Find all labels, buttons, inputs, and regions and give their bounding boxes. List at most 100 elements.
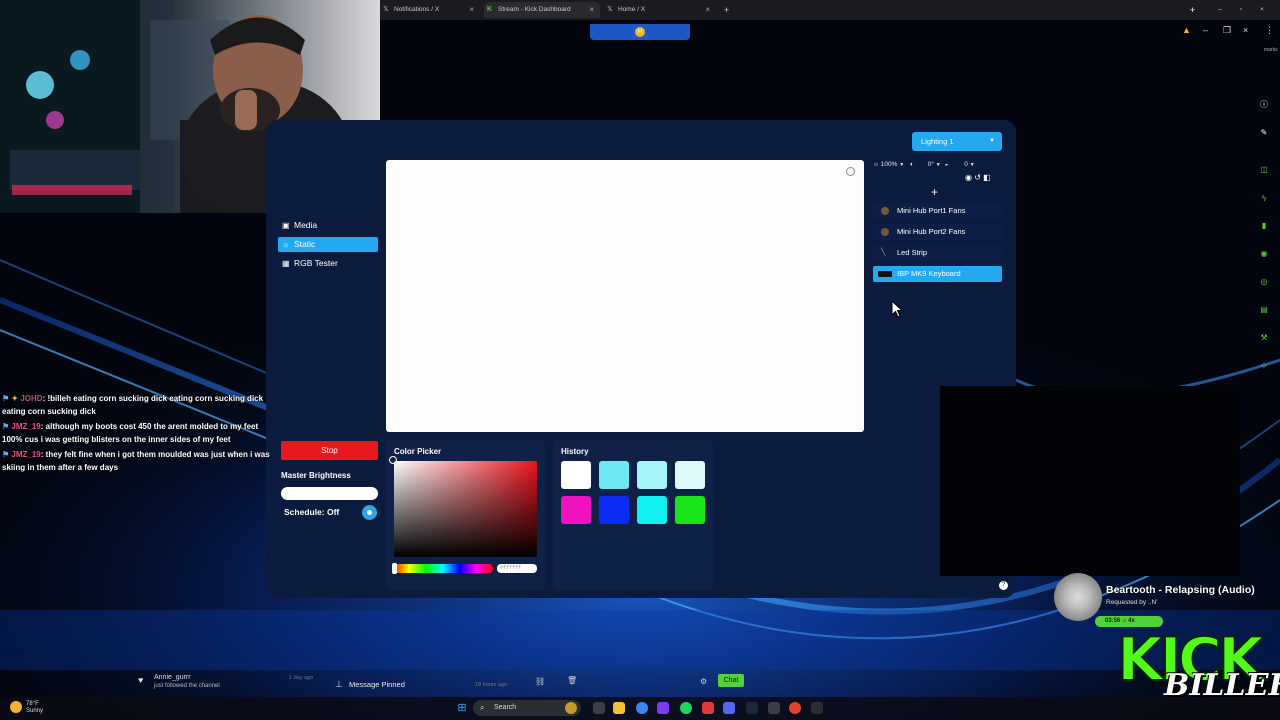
- device-keyboard[interactable]: IBP MK9 Keyboard: [873, 266, 1002, 282]
- top-dock-tab[interactable]: H: [590, 24, 690, 40]
- chrome-icon[interactable]: [636, 702, 648, 714]
- tab-notifications[interactable]: 𝕏 Notifications / X ×: [380, 2, 480, 18]
- spotify-icon[interactable]: [680, 702, 692, 714]
- device-led-strip[interactable]: ╲ Led Strip: [873, 245, 1002, 261]
- copilot-icon[interactable]: [565, 702, 577, 714]
- chat-username[interactable]: JOHD: [20, 394, 42, 403]
- led-strip-icon: ╲: [881, 249, 886, 256]
- new-tab-button[interactable]: +: [720, 2, 736, 18]
- obs-icon[interactable]: [789, 702, 801, 714]
- chat-button[interactable]: Chat: [718, 674, 744, 687]
- maximize-button[interactable]: ▫: [1238, 2, 1252, 18]
- chat-username[interactable]: JMZ_19: [11, 422, 40, 431]
- stop-button[interactable]: Stop: [281, 441, 378, 460]
- app-icon[interactable]: [702, 702, 714, 714]
- lighting-select[interactable]: Lighting 1 ▼: [912, 132, 1002, 151]
- pinned-time: 18 hours ago: [475, 682, 508, 688]
- app-icon[interactable]: [657, 702, 669, 714]
- close-tab-icon[interactable]: ×: [589, 2, 594, 18]
- history-swatch[interactable]: [599, 461, 629, 489]
- chat-bubble-icon[interactable]: ◉: [1258, 248, 1270, 260]
- color-picker-field[interactable]: [394, 461, 537, 557]
- chevron-down-icon: ▼: [969, 162, 975, 168]
- broadcast-icon[interactable]: ◎: [1258, 276, 1270, 288]
- chat-message: ⚑ JMZ_19: they felt fine when i got them…: [2, 450, 270, 472]
- chat-message: ⚑ JMZ_19: although my boots cost 450 the…: [2, 422, 259, 444]
- close-icon[interactable]: ×: [1243, 25, 1248, 35]
- new-window-button[interactable]: +: [1188, 2, 1202, 18]
- history-swatch[interactable]: [561, 496, 591, 524]
- help-icon[interactable]: ?: [999, 581, 1008, 590]
- add-device-button[interactable]: +: [931, 185, 938, 199]
- browser-tab-bar: 𝕏 Notifications / X × K Stream - Kick Da…: [380, 0, 1280, 20]
- warning-icon[interactable]: ▲: [1182, 25, 1191, 35]
- wrench-icon[interactable]: ⚒: [1258, 332, 1270, 344]
- close-window-button[interactable]: ×: [1258, 2, 1272, 18]
- schedule-toggle[interactable]: [362, 505, 377, 520]
- trash-icon[interactable]: 🗑: [567, 676, 577, 685]
- history-swatch[interactable]: [637, 496, 667, 524]
- info-icon[interactable]: ⓘ: [1258, 99, 1270, 111]
- tab-kick-dashboard[interactable]: K Stream - Kick Dashboard ×: [484, 2, 600, 18]
- grid-icon: ▦: [282, 259, 290, 268]
- chevron-down-icon: ▼: [989, 138, 995, 144]
- offset-select[interactable]: 0: [964, 161, 968, 168]
- file-explorer-icon[interactable]: [613, 702, 625, 714]
- minimize-icon[interactable]: –: [1203, 25, 1208, 35]
- more-menu-icon[interactable]: ⋮: [1265, 25, 1274, 36]
- trash-icon[interactable]: ▮: [1258, 220, 1270, 232]
- fan-icon: [881, 228, 889, 236]
- minimize-button[interactable]: –: [1216, 2, 1230, 18]
- link-icon[interactable]: ⛓: [535, 677, 545, 686]
- tool-icon[interactable]: ◫: [1258, 164, 1270, 176]
- rotation-select[interactable]: 0°: [928, 161, 934, 168]
- badge-icon: ⚑: [2, 422, 10, 431]
- hue-slider-handle[interactable]: [392, 563, 397, 574]
- windows-start-icon[interactable]: ⊞: [456, 702, 468, 714]
- transform-controls: ☼ 100% ▼ ◐ 0° ▼ ◒ 0 ▼: [873, 159, 975, 171]
- color-picker-handle[interactable]: [389, 456, 397, 464]
- task-view-icon[interactable]: [593, 702, 605, 714]
- history-swatch[interactable]: [675, 496, 705, 524]
- fan-icon: [881, 207, 889, 215]
- pencil-icon[interactable]: ✎: [1258, 127, 1270, 139]
- zoom-select[interactable]: 100%: [881, 161, 898, 168]
- x-logo-icon: 𝕏: [383, 6, 389, 13]
- sidebar-item-media[interactable]: ▣ Media: [278, 218, 378, 233]
- device-mini-hub-port1[interactable]: Mini Hub Port1 Fans: [873, 203, 1002, 219]
- steam-icon[interactable]: [746, 702, 758, 714]
- weather-widget[interactable]: 78°F Sunny: [26, 701, 43, 715]
- hue-slider[interactable]: [392, 564, 493, 573]
- bolt-icon[interactable]: ϟ: [1258, 193, 1270, 205]
- fingerprint-icon[interactable]: [846, 167, 855, 176]
- sidebar-item-rgb-tester[interactable]: ▦ RGB Tester: [278, 256, 378, 271]
- master-brightness-slider[interactable]: [281, 487, 378, 500]
- undo-icon[interactable]: ↺: [974, 173, 981, 182]
- eye-icon[interactable]: ◉: [965, 173, 972, 182]
- share-icon[interactable]: ⊹: [1258, 360, 1270, 372]
- follower-subtext: just followed the channel: [154, 683, 220, 689]
- discord-icon[interactable]: [723, 702, 735, 714]
- history-swatch[interactable]: [637, 461, 667, 489]
- lighting-preview-canvas[interactable]: [386, 160, 864, 432]
- close-tab-icon[interactable]: ×: [705, 2, 710, 18]
- layout-icon[interactable]: ◧: [983, 173, 991, 182]
- calendar-icon[interactable]: ▤: [1258, 304, 1270, 316]
- history-swatch[interactable]: [599, 496, 629, 524]
- chevron-down-icon: ▼: [899, 162, 905, 168]
- device-mini-hub-port2[interactable]: Mini Hub Port2 Fans: [873, 224, 1002, 240]
- settings-icon[interactable]: ⚙: [700, 677, 707, 686]
- tab-home-x[interactable]: 𝕏 Home / X ×: [604, 2, 716, 18]
- master-brightness-label: Master Brightness: [281, 471, 351, 480]
- restore-icon[interactable]: ❐: [1223, 25, 1231, 36]
- history-swatch[interactable]: [675, 461, 705, 489]
- chat-username[interactable]: JMZ_19: [11, 450, 40, 459]
- sidebar-item-static[interactable]: ☼ Static: [278, 237, 378, 252]
- chevron-down-icon: ▼: [935, 162, 941, 168]
- app-icon[interactable]: [768, 702, 780, 714]
- hex-input[interactable]: #ffffff: [497, 564, 537, 573]
- close-tab-icon[interactable]: ×: [469, 2, 474, 18]
- follower-name: Annie_gurrr: [154, 674, 191, 681]
- app-icon[interactable]: [811, 702, 823, 714]
- history-swatch[interactable]: [561, 461, 591, 489]
